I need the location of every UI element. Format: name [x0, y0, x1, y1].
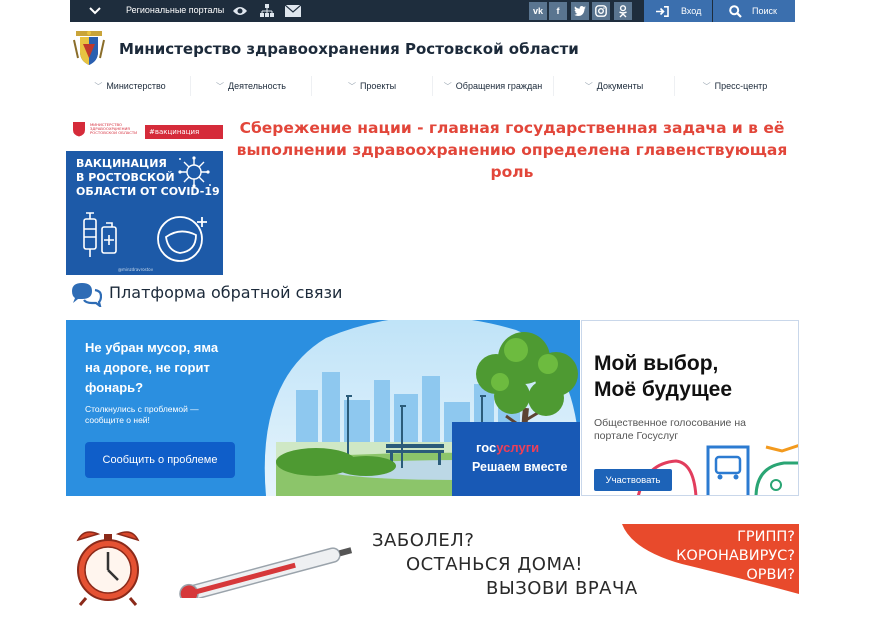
headline-line: выполнении здравоохранению определена гл…	[236, 141, 788, 181]
flu-red-badge: ГРИПП? КОРОНАВИРУС? ОРВИ?	[622, 524, 799, 594]
feedback-platform-banner[interactable]: Не убран мусор, яма на дороге, не горит …	[66, 320, 580, 496]
nav-item-activity[interactable]: ﹀ Деятельность	[191, 76, 312, 96]
vaccination-handle: @minzdravrostov	[118, 267, 154, 272]
chat-bubbles-icon	[70, 281, 103, 309]
flu-red-line: ОРВИ?	[746, 567, 795, 583]
flu-message-line: ВЫЗОВИ ВРАЧА	[486, 578, 638, 599]
coat-of-arms-logo[interactable]	[72, 28, 106, 68]
feedback-subtitle: Столкнулись с проблемой — сообщите о ней…	[85, 404, 245, 426]
nav-label: Обращения граждан	[455, 81, 543, 91]
face-mask-icon	[157, 216, 207, 262]
nav-item-ministry[interactable]: ﹀ Министерство	[70, 76, 191, 96]
alarm-clock-icon	[76, 531, 140, 606]
vote-title-line: Мой выбор,	[594, 352, 719, 375]
login-button[interactable]: Вход	[644, 0, 712, 22]
feedback-left-panel: Не убран мусор, яма на дороге, не горит …	[66, 320, 256, 496]
regional-portals-link[interactable]: Региональные порталы	[126, 5, 224, 15]
facebook-icon[interactable]: f	[549, 2, 567, 20]
chevron-down-icon: ﹀	[94, 81, 103, 91]
odnoklassniki-icon[interactable]	[614, 2, 632, 20]
main-nav: ﹀ Министерство ﹀ Деятельность ﹀ Проекты ﹀ Об…	[70, 76, 795, 96]
mail-icon[interactable]	[285, 3, 301, 19]
flu-message-line: ЗАБОЛЕЛ?	[372, 530, 475, 551]
instagram-icon[interactable]	[592, 2, 610, 20]
feedback-subtitle-line: сообщите о ней!	[85, 415, 150, 425]
gosuslugi-logo-uslugi: услуги	[496, 440, 540, 455]
headline: Сбережение нации - главная государственн…	[228, 117, 796, 183]
chevron-down-icon: ﹀	[702, 81, 711, 91]
site-title[interactable]: Министерство здравоохранения Ростовской …	[119, 40, 579, 58]
nav-label: Пресс-центр	[714, 81, 768, 91]
flu-red-text: ГРИПП? КОРОНАВИРУС? ОРВИ?	[676, 528, 795, 585]
sitemap-icon[interactable]	[259, 3, 275, 19]
top-bar: Региональные порталы vk f Вход Поиск	[0, 0, 871, 22]
vk-icon[interactable]: vk	[529, 2, 547, 20]
nav-item-projects[interactable]: ﹀ Проекты	[312, 76, 433, 96]
vote-subtitle-line: портале Госуслуг	[594, 430, 679, 442]
ministry-small-text: МИНИСТЕРСТВО ЗДРАВООХРАНЕНИЯ РОСТОВСКОЙ …	[90, 122, 138, 136]
eye-icon[interactable]	[232, 3, 248, 19]
vote-title: Мой выбор, Моё будущее	[594, 351, 732, 403]
nav-label: Министерство	[106, 81, 166, 91]
flu-red-line: ГРИПП?	[737, 529, 795, 545]
search-button[interactable]: Поиск	[713, 0, 795, 22]
vote-subtitle-line: Общественное голосование на	[594, 417, 746, 429]
chevron-down-icon: ﹀	[347, 81, 356, 91]
login-icon	[656, 5, 669, 17]
headline-line: Сбережение нации - главная государственн…	[239, 119, 785, 137]
vaccine-syringe-icon	[83, 212, 117, 257]
gosuslugi-logo: госуслуги	[476, 440, 539, 455]
twitter-icon[interactable]	[571, 2, 589, 20]
feedback-question-line: на дороге, не горит	[85, 360, 210, 375]
feedback-question-line: Не убран мусор, яма	[85, 340, 219, 355]
gosuslugi-slogan: Решаем вместе	[472, 460, 568, 474]
login-label: Вход	[681, 6, 702, 16]
virus-icon	[178, 156, 211, 188]
feedback-question-line: фонарь?	[85, 380, 144, 395]
gosuslugi-logo-gos: гос	[476, 440, 497, 455]
report-problem-button[interactable]: Сообщить о проблеме	[85, 442, 235, 478]
nav-label: Документы	[596, 81, 644, 91]
flu-banner[interactable]: ЗАБОЛЕЛ? ОСТАНЬСЯ ДОМА! ВЫЗОВИ ВРАЧА ГРИ…	[66, 520, 799, 620]
nav-item-appeals[interactable]: ﹀ Обращения граждан	[433, 76, 554, 96]
thermometer-icon	[179, 547, 353, 598]
chevron-down-icon[interactable]	[84, 2, 106, 20]
vote-banner[interactable]: Мой выбор, Моё будущее Общественное голо…	[581, 320, 799, 496]
vote-title-line: Моё будущее	[594, 378, 733, 401]
hashtag-badge: #вакцинация	[145, 125, 223, 139]
nav-label: Деятельность	[228, 81, 286, 91]
nav-item-documents[interactable]: ﹀ Документы	[554, 76, 675, 96]
gosuslugi-card: госуслуги Решаем вместе	[452, 422, 580, 496]
chevron-down-icon: ﹀	[216, 81, 225, 91]
search-icon	[729, 4, 742, 18]
feedback-subtitle-line: Столкнулись с проблемой —	[85, 404, 199, 414]
vote-subtitle: Общественное голосование на портале Госу…	[594, 417, 784, 443]
feedback-platform-title: Платформа обратной связи	[109, 283, 343, 302]
vaccination-banner-header: МИНИСТЕРСТВО ЗДРАВООХРАНЕНИЯ РОСТОВСКОЙ …	[66, 117, 223, 151]
feedback-question: Не убран мусор, яма на дороге, не горит …	[85, 338, 245, 398]
flu-message-line: ОСТАНЬСЯ ДОМА!	[406, 554, 584, 575]
flu-red-line: КОРОНАВИРУС?	[676, 548, 795, 564]
chevron-down-icon: ﹀	[584, 81, 593, 91]
chevron-down-icon: ﹀	[443, 81, 452, 91]
search-label: Поиск	[752, 6, 777, 16]
emblem-small-icon	[73, 122, 85, 137]
nav-item-press-center[interactable]: ﹀ Пресс-центр	[675, 76, 795, 96]
nav-label: Проекты	[359, 81, 397, 91]
participate-button[interactable]: Участвовать	[594, 469, 672, 491]
vaccination-banner[interactable]: МИНИСТЕРСТВО ЗДРАВООХРАНЕНИЯ РОСТОВСКОЙ …	[66, 117, 223, 275]
